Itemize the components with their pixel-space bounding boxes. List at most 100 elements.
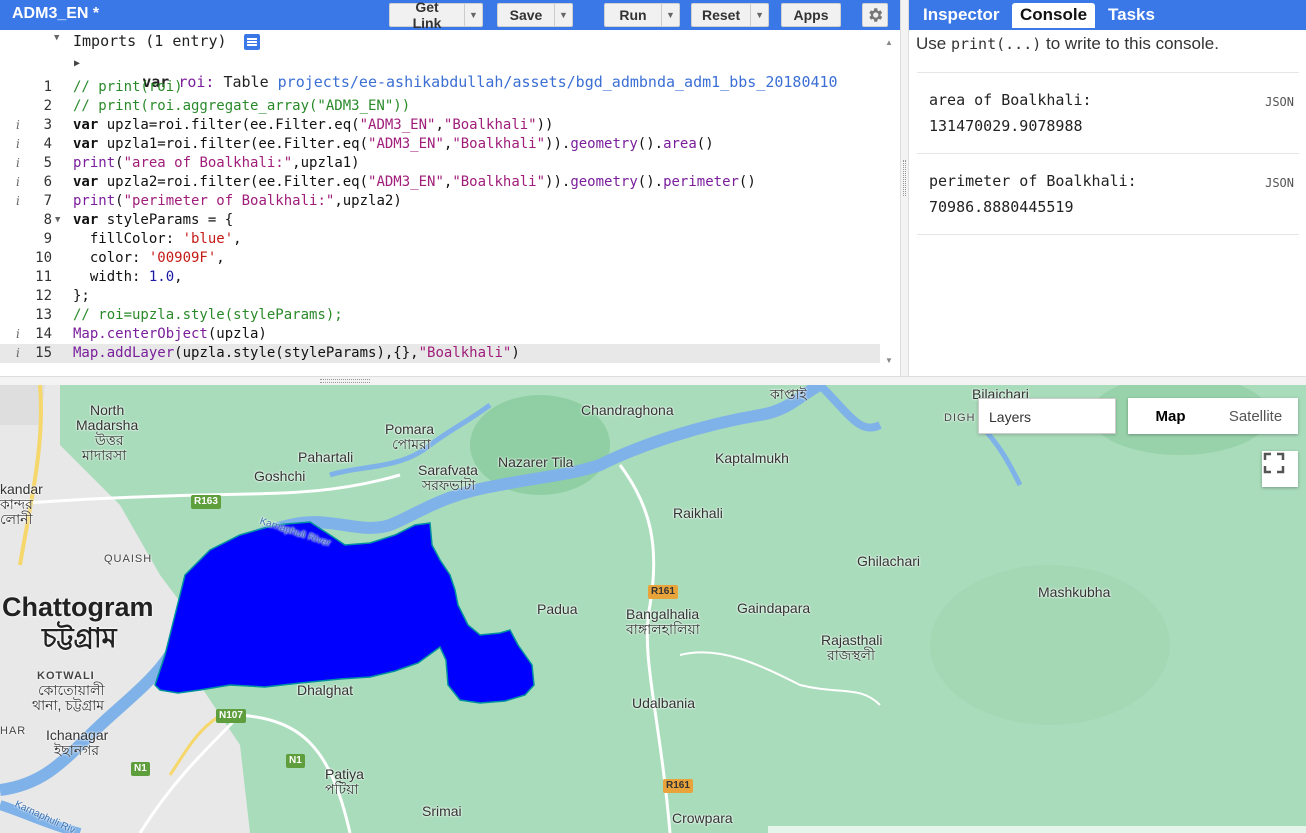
expand-import-icon[interactable]: ▶	[74, 58, 80, 69]
code-text[interactable]: };	[73, 287, 90, 306]
code-text[interactable]: // roi=upzla.style(styleParams);	[73, 306, 343, 325]
city-label: Chattogram	[2, 592, 154, 622]
tab-tasks[interactable]: Tasks	[1100, 3, 1163, 28]
satellite-button[interactable]: Satellite	[1213, 398, 1298, 434]
place-label: Ichanagar	[46, 727, 109, 743]
code-line[interactable]: i 7 print("perimeter of Boalkhali:",upzla2…	[0, 192, 880, 211]
code-token: var	[73, 117, 107, 133]
place-label: Raikhali	[673, 505, 723, 521]
imports-header[interactable]: Imports (1 entry)	[73, 32, 227, 50]
line-number: 14	[35, 326, 52, 342]
code-token: var	[73, 174, 107, 190]
code-line[interactable]: i 14 Map.centerObject(upzla)	[0, 325, 880, 344]
code-token: '00909F'	[148, 250, 217, 266]
code-line[interactable]: 1 // print(roi)	[0, 78, 880, 97]
road-badge: N1	[286, 754, 305, 768]
map-button[interactable]: Map	[1128, 398, 1213, 434]
code-line[interactable]: 12};	[0, 287, 880, 306]
code-area[interactable]: 1 // print(roi) 2 // print(roi.aggregate_ar…	[0, 78, 880, 376]
vertical-splitter[interactable]	[900, 0, 908, 376]
place-label: মাদারসা	[82, 447, 127, 463]
code-text[interactable]: print("area of Boalkhali:",upzla1)	[73, 154, 360, 173]
code-token: ().	[637, 174, 664, 190]
code-text[interactable]: var upzla2=roi.filter(ee.Filter.eq("ADM3…	[73, 173, 756, 192]
apps-button[interactable]: Apps	[781, 3, 841, 27]
chevron-down-icon[interactable]: ▼	[464, 4, 482, 26]
code-line[interactable]: 11 width: 1.0,	[0, 268, 880, 287]
code-token: print	[73, 155, 116, 171]
fullscreen-button[interactable]	[1262, 451, 1298, 487]
tab-inspector[interactable]: Inspector	[915, 3, 1008, 28]
road-badge: R163	[191, 495, 221, 509]
json-button[interactable]: JSON	[1265, 176, 1294, 190]
layers-dropdown[interactable]: Layers	[978, 398, 1116, 434]
code-token: "ADM3_EN"	[368, 136, 444, 152]
code-line[interactable]: 10 color: '00909F',	[0, 249, 880, 268]
code-token: ,upzla1)	[292, 155, 360, 171]
right-tabs: Inspector Console Tasks	[909, 0, 1306, 30]
code-line[interactable]: 9 fillColor: 'blue',	[0, 230, 880, 249]
code-text[interactable]: var upzla1=roi.filter(ee.Filter.eq("ADM3…	[73, 135, 714, 154]
place-label: পটিয়া	[325, 781, 359, 797]
code-line[interactable]: 8 ▼ var styleParams = {	[0, 211, 880, 230]
place-label: DIGH	[944, 412, 976, 424]
editor-scrollbar[interactable]: ▲ ▼	[880, 30, 900, 376]
code-line[interactable]: 13 // roi=upzla.style(styleParams);	[0, 306, 880, 325]
code-token: upzla2=roi.filter(ee.Filter.eq(	[106, 174, 369, 190]
code-token: geometry	[570, 174, 638, 190]
place-label: উত্তর	[95, 432, 124, 448]
code-line[interactable]: i 5 print("area of Boalkhali:",upzla1)	[0, 154, 880, 173]
code-text[interactable]: var styleParams = {	[73, 211, 233, 230]
place-label: ইছানগর	[54, 742, 100, 758]
code-line[interactable]: i 3 var upzla=roi.filter(ee.Filter.eq("ADM…	[0, 116, 880, 135]
place-label: রাজস্থলী	[827, 647, 875, 663]
chevron-down-icon[interactable]: ▼	[554, 4, 572, 26]
chevron-down-icon[interactable]: ▼	[750, 4, 768, 26]
code-token: (upzla)	[207, 326, 267, 342]
code-token: (	[115, 193, 124, 209]
code-text[interactable]: // print(roi)	[73, 78, 183, 97]
code-text[interactable]: Map.addLayer(upzla.style(styleParams),{}…	[73, 344, 520, 363]
code-token: ,upzla2)	[334, 193, 402, 209]
map-view[interactable]: North Madarsha উত্তর মাদারসা Pomara পোমর…	[0, 385, 1306, 833]
settings-button[interactable]	[862, 3, 888, 27]
scroll-down-icon[interactable]: ▼	[885, 356, 893, 365]
console-entry-value[interactable]: 70986.8880445519	[929, 198, 1074, 216]
code-line[interactable]: i 15 Map.addLayer(upzla.style(styleParams)…	[0, 344, 880, 363]
hint-code: print(...)	[950, 35, 1042, 53]
chevron-down-icon[interactable]: ▼	[661, 4, 679, 26]
collapse-imports-icon[interactable]: ▼	[54, 33, 59, 43]
horizontal-splitter[interactable]	[0, 376, 1306, 385]
code-text[interactable]: var upzla=roi.filter(ee.Filter.eq("ADM3_…	[73, 116, 553, 135]
code-line[interactable]: 2 // print(roi.aggregate_array("ADM3_EN")…	[0, 97, 880, 116]
river-branch	[978, 423, 1023, 487]
right-panel: Inspector Console Tasks Use print(...) t…	[908, 0, 1306, 376]
reset-button[interactable]: Reset ▼	[691, 3, 769, 27]
place-label: Rajasthali	[821, 632, 883, 648]
json-button[interactable]: JSON	[1265, 95, 1294, 109]
get-link-button[interactable]: Get Link ▼	[389, 0, 483, 31]
code-token: "Boalkhali"	[418, 345, 512, 361]
code-text[interactable]: color: '00909F',	[73, 249, 225, 268]
code-text[interactable]: // print(roi.aggregate_array("ADM3_EN"))	[73, 97, 410, 116]
code-token: ))	[536, 117, 554, 133]
code-line[interactable]: i 6 var upzla2=roi.filter(ee.Filter.eq("AD…	[0, 173, 880, 192]
tab-console[interactable]: Console	[1012, 3, 1096, 28]
place-label: Ghilachari	[857, 553, 921, 569]
code-text[interactable]: print("perimeter of Boalkhali:",upzla2)	[73, 192, 402, 211]
code-text[interactable]: width: 1.0,	[73, 268, 183, 287]
run-button[interactable]: Run ▼	[604, 3, 680, 27]
code-line[interactable]: i 4 var upzla1=roi.filter(ee.Filter.eq("AD…	[0, 135, 880, 154]
place-label: North	[90, 402, 125, 418]
splitter-grip-icon	[320, 379, 370, 383]
fold-icon[interactable]: ▼	[55, 211, 60, 230]
save-button[interactable]: Save ▼	[497, 3, 573, 27]
code-text[interactable]: fillColor: 'blue',	[73, 230, 242, 249]
imports-edit-icon[interactable]	[244, 34, 260, 50]
line-number: 13	[35, 307, 52, 323]
scroll-up-icon[interactable]: ▲	[885, 38, 893, 47]
code-text[interactable]: Map.centerObject(upzla)	[73, 325, 267, 344]
script-title[interactable]: ADM3_EN *	[12, 5, 99, 23]
code-token: )	[511, 345, 520, 361]
console-entry-value[interactable]: 131470029.9078988	[929, 117, 1083, 135]
